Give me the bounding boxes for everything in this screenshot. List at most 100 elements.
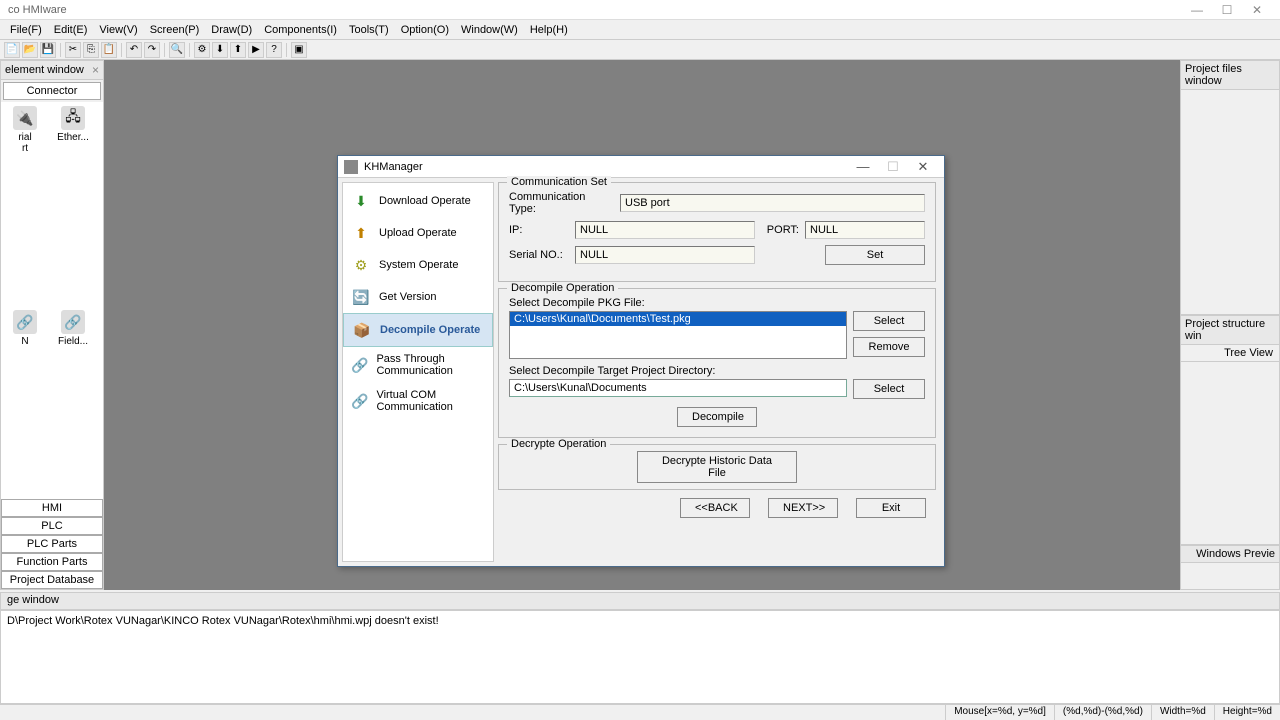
message-text: D\Project Work\Rotex VUNagar\KINCO Rotex…	[7, 615, 439, 627]
toolbar-help-icon[interactable]: ?	[266, 42, 282, 58]
nav-system-operate[interactable]: ⚙ System Operate	[343, 249, 493, 281]
connector-serial[interactable]: 🔌 rial rt	[5, 106, 45, 302]
status-rect: (%d,%d)-(%d,%d)	[1054, 705, 1151, 720]
decrypt-button[interactable]: Decrypte Historic Data File	[637, 451, 797, 483]
back-button[interactable]: <<BACK	[680, 498, 750, 518]
category-hmi[interactable]: HMI	[1, 499, 103, 517]
toolbar-separator	[121, 43, 122, 57]
close-button[interactable]: ✕	[1242, 3, 1272, 17]
windows-preview-header: Windows Previe	[1181, 546, 1279, 563]
upload-icon: ⬆	[351, 223, 371, 243]
category-projdb[interactable]: Project Database	[1, 571, 103, 589]
pkg-select-button[interactable]: Select	[853, 311, 925, 331]
toolbar-compile-icon[interactable]: ⚙	[194, 42, 210, 58]
fieldbus-icon: 🔗	[61, 310, 85, 334]
toolbar: 📄 📂 💾 ✂ ⎘ 📋 ↶ ↷ 🔍 ⚙ ⬇ ⬆ ▶ ? ▣	[0, 40, 1280, 60]
message-window-header: ge window	[0, 592, 1280, 610]
connector-n[interactable]: 🔗 N	[5, 310, 45, 495]
toolbar-undo-icon[interactable]: ↶	[126, 42, 142, 58]
status-height: Height=%d	[1214, 705, 1280, 720]
maximize-button[interactable]: ☐	[1212, 3, 1242, 17]
target-dir-input[interactable]	[509, 379, 847, 397]
nav-vcom-label: Virtual COM Communication	[376, 389, 485, 413]
connector-list: 🔌 rial rt 🖧 Ether... 🔗 N 🔗 Field...	[1, 102, 103, 499]
communication-set-legend: Communication Set	[507, 176, 611, 188]
menu-file[interactable]: File(F)	[4, 22, 48, 38]
menu-tools[interactable]: Tools(T)	[343, 22, 395, 38]
nav-upload-operate[interactable]: ⬆ Upload Operate	[343, 217, 493, 249]
minimize-button[interactable]: —	[1182, 3, 1212, 17]
nav-get-version[interactable]: 🔄 Get Version	[343, 281, 493, 313]
comm-type-value: USB port	[620, 194, 925, 212]
next-button[interactable]: NEXT>>	[768, 498, 838, 518]
toolbar-redo-icon[interactable]: ↷	[144, 42, 160, 58]
nav-download-operate[interactable]: ⬇ Download Operate	[343, 185, 493, 217]
connector-ethernet[interactable]: 🖧 Ether...	[53, 106, 93, 302]
pkg-file-selected[interactable]: C:\Users\Kunal\Documents\Test.pkg	[510, 312, 846, 326]
nav-pass-through[interactable]: 🔗 Pass Through Communication	[343, 347, 493, 383]
menu-window[interactable]: Window(W)	[455, 22, 524, 38]
menu-components[interactable]: Components(I)	[258, 22, 343, 38]
toolbar-cut-icon[interactable]: ✂	[65, 42, 81, 58]
toolbar-separator	[189, 43, 190, 57]
toolbar-upload-icon[interactable]: ⬆	[230, 42, 246, 58]
toolbar-download-icon[interactable]: ⬇	[212, 42, 228, 58]
toolbar-copy-icon[interactable]: ⎘	[83, 42, 99, 58]
serial-value: NULL	[575, 246, 755, 264]
menu-draw[interactable]: Draw(D)	[205, 22, 258, 38]
project-files-header: Project files window	[1181, 61, 1279, 90]
dialog-bottom-buttons: <<BACK NEXT>> Exit	[498, 496, 936, 518]
category-plcparts[interactable]: PLC Parts	[1, 535, 103, 553]
connector-ether-label: Ether...	[53, 132, 93, 143]
dialog-minimize-button[interactable]: —	[848, 159, 878, 174]
tree-view-tab[interactable]: Tree View	[1181, 345, 1279, 362]
network-icon: 🔗	[13, 310, 37, 334]
toolbar-save-icon[interactable]: 💾	[40, 42, 56, 58]
menu-option[interactable]: Option(O)	[395, 22, 455, 38]
toolbar-new-icon[interactable]: 📄	[4, 42, 20, 58]
pkg-file-list[interactable]: C:\Users\Kunal\Documents\Test.pkg	[509, 311, 847, 359]
dialog-close-button[interactable]: ✕	[908, 159, 938, 175]
toolbar-extra-icon[interactable]: ▣	[291, 42, 307, 58]
menu-help[interactable]: Help(H)	[524, 22, 574, 38]
toolbar-find-icon[interactable]: 🔍	[169, 42, 185, 58]
toolbar-open-icon[interactable]: 📂	[22, 42, 38, 58]
connector-serial-label2: rt	[5, 143, 45, 154]
dialog-content: Communication Set Communication Type: US…	[498, 178, 944, 566]
connector-field[interactable]: 🔗 Field...	[53, 310, 93, 495]
menu-screen[interactable]: Screen(P)	[144, 22, 206, 38]
status-width: Width=%d	[1151, 705, 1214, 720]
category-list: HMI PLC PLC Parts Function Parts Project…	[1, 499, 103, 589]
panel-close-icon[interactable]: ×	[92, 63, 99, 77]
menu-edit[interactable]: Edit(E)	[48, 22, 94, 38]
dialog-icon	[344, 160, 358, 174]
system-icon: ⚙	[351, 255, 371, 275]
project-structure-header: Project structure win	[1181, 316, 1279, 345]
ip-label: IP:	[509, 224, 569, 236]
exit-button[interactable]: Exit	[856, 498, 926, 518]
project-files-title: Project files window	[1185, 63, 1275, 87]
version-icon: 🔄	[351, 287, 371, 307]
communication-set-group: Communication Set Communication Type: US…	[498, 182, 936, 282]
category-plc[interactable]: PLC	[1, 517, 103, 535]
port-value: NULL	[805, 221, 925, 239]
element-window-panel: element window × Connector 🔌 rial rt 🖧 E…	[0, 60, 104, 590]
toolbar-separator	[60, 43, 61, 57]
category-funcparts[interactable]: Function Parts	[1, 553, 103, 571]
toolbar-separator	[164, 43, 165, 57]
nav-decompile-operate[interactable]: 📦 Decompile Operate	[343, 313, 493, 347]
connector-tab[interactable]: Connector	[3, 82, 101, 100]
menu-view[interactable]: View(V)	[93, 22, 143, 38]
set-button[interactable]: Set	[825, 245, 925, 265]
nav-virtual-com[interactable]: 🔗 Virtual COM Communication	[343, 383, 493, 419]
toolbar-paste-icon[interactable]: 📋	[101, 42, 117, 58]
dir-select-button[interactable]: Select	[853, 379, 925, 399]
comm-type-label: Communication Type:	[509, 191, 614, 215]
dialog-titlebar[interactable]: KHManager — ☐ ✕	[338, 156, 944, 178]
toolbar-sim-icon[interactable]: ▶	[248, 42, 264, 58]
status-stretch	[0, 705, 945, 720]
decompile-button[interactable]: Decompile	[677, 407, 757, 427]
connector-field-label: Field...	[53, 336, 93, 347]
pkg-remove-button[interactable]: Remove	[853, 337, 925, 357]
nav-passthrough-label: Pass Through Communication	[376, 353, 485, 377]
